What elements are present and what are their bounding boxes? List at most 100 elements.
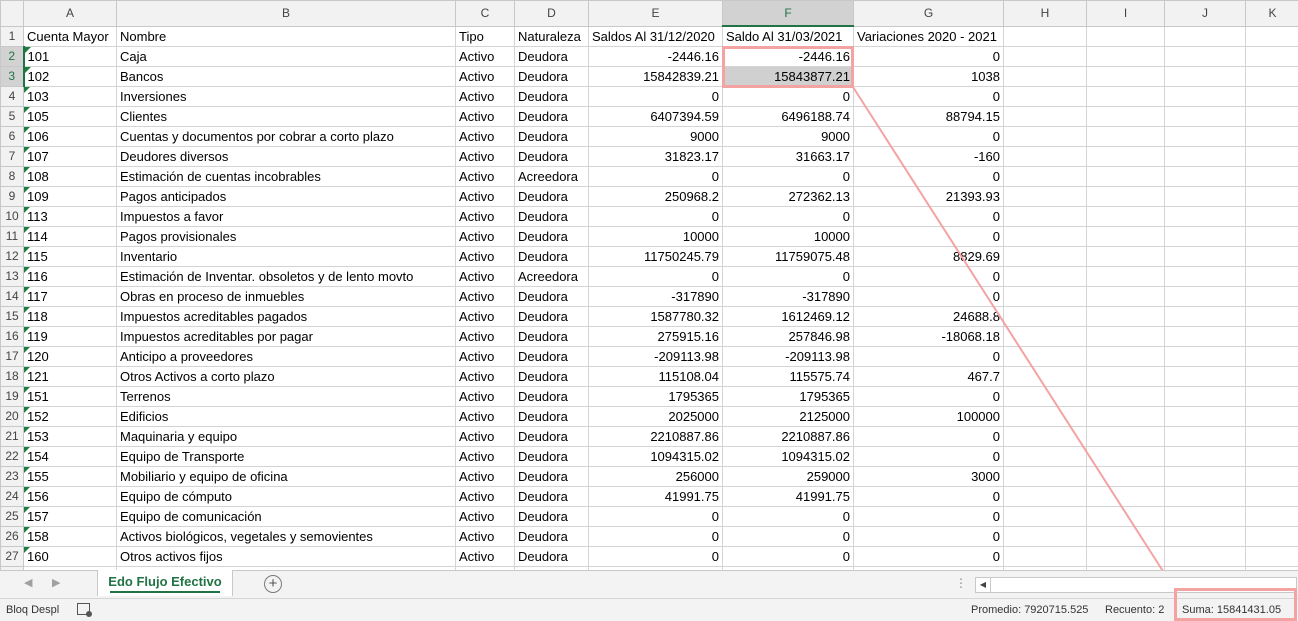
cell-empty[interactable] [1245, 266, 1298, 287]
cell-empty[interactable] [1086, 466, 1165, 487]
cell-f-5[interactable]: 6496188.74 [722, 106, 854, 127]
cell-c-21[interactable]: Activo [455, 426, 515, 447]
cell-empty[interactable] [1086, 506, 1165, 527]
cell-d-16[interactable]: Deudora [514, 326, 589, 347]
cell-empty[interactable] [1086, 226, 1165, 247]
row-header[interactable]: 23 [0, 466, 24, 487]
cell-b-25[interactable]: Equipo de comunicación [116, 506, 456, 527]
cell-e-16[interactable]: 275915.16 [588, 326, 723, 347]
cell-empty[interactable] [1003, 86, 1087, 107]
cell-g-9[interactable]: 21393.93 [853, 186, 1004, 207]
row-header[interactable]: 24 [0, 486, 24, 507]
cell-b-13[interactable]: Estimación de Inventar. obsoletos y de l… [116, 266, 456, 287]
cell-empty[interactable] [1164, 446, 1246, 467]
column-header-k[interactable]: K [1245, 0, 1298, 27]
cell-f-27[interactable]: 0 [722, 546, 854, 567]
cell-d-17[interactable]: Deudora [514, 346, 589, 367]
cell-c-17[interactable]: Activo [455, 346, 515, 367]
cell-a-18[interactable]: 121 [23, 366, 117, 387]
cell-f-19[interactable]: 1795365 [722, 386, 854, 407]
cell-b-19[interactable]: Terrenos [116, 386, 456, 407]
column-header-g[interactable]: G [853, 0, 1004, 27]
cell-empty[interactable] [1245, 386, 1298, 407]
cell-f-9[interactable]: 272362.13 [722, 186, 854, 207]
cell-b-16[interactable]: Impuestos acreditables por pagar [116, 326, 456, 347]
cell-e-4[interactable]: 0 [588, 86, 723, 107]
cell-empty[interactable] [1245, 306, 1298, 327]
cell-e-26[interactable]: 0 [588, 526, 723, 547]
cell-empty[interactable] [1245, 25, 1298, 47]
row-header[interactable]: 4 [0, 86, 24, 107]
cell-e-25[interactable]: 0 [588, 506, 723, 527]
cell-empty[interactable] [1245, 106, 1298, 127]
cell-b-5[interactable]: Clientes [116, 106, 456, 127]
cell-f-26[interactable]: 0 [722, 526, 854, 547]
cell-empty[interactable] [1086, 386, 1165, 407]
cell-d-6[interactable]: Deudora [514, 126, 589, 147]
cell-empty[interactable] [1086, 486, 1165, 507]
cell-empty[interactable] [1164, 526, 1246, 547]
cell-b-21[interactable]: Maquinaria y equipo [116, 426, 456, 447]
cell-d-21[interactable]: Deudora [514, 426, 589, 447]
cell-empty[interactable] [1086, 246, 1165, 267]
cell-e-20[interactable]: 2025000 [588, 406, 723, 427]
cell-empty[interactable] [1003, 286, 1087, 307]
row-header[interactable]: 17 [0, 346, 24, 367]
cell-empty[interactable] [1245, 86, 1298, 107]
cell-b-10[interactable]: Impuestos a favor [116, 206, 456, 227]
row-header[interactable]: 27 [0, 546, 24, 567]
cell-a-24[interactable]: 156 [23, 486, 117, 507]
cell-e-19[interactable]: 1795365 [588, 386, 723, 407]
row-header[interactable]: 2 [0, 46, 25, 67]
cell-g-20[interactable]: 100000 [853, 406, 1004, 427]
cell-e-22[interactable]: 1094315.02 [588, 446, 723, 467]
cell-empty[interactable] [1003, 366, 1087, 387]
cell-g-25[interactable]: 0 [853, 506, 1004, 527]
cell-f-21[interactable]: 2210887.86 [722, 426, 854, 447]
cell-empty[interactable] [1245, 426, 1298, 447]
cell-a-7[interactable]: 107 [23, 146, 117, 167]
column-header-c[interactable]: C [455, 0, 515, 27]
cell-b-22[interactable]: Equipo de Transporte [116, 446, 456, 467]
row-header[interactable]: 10 [0, 206, 24, 227]
column-header-j[interactable]: J [1164, 0, 1246, 27]
cell-empty[interactable] [1245, 46, 1298, 67]
cell-g-17[interactable]: 0 [853, 346, 1004, 367]
row-header[interactable]: 7 [0, 146, 24, 167]
sheet-tab-edo-flujo-efectivo[interactable]: Edo Flujo Efectivo [97, 570, 233, 596]
cell-e-18[interactable]: 115108.04 [588, 366, 723, 387]
cell-e-10[interactable]: 0 [588, 206, 723, 227]
horizontal-scrollbar[interactable]: ◀ [975, 577, 1297, 593]
cell-c-26[interactable]: Activo [455, 526, 515, 547]
row-header[interactable]: 16 [0, 326, 24, 347]
row-header[interactable]: 26 [0, 526, 24, 547]
cell-c-2[interactable]: Activo [455, 46, 515, 67]
row-header[interactable]: 5 [0, 106, 24, 127]
cell-empty[interactable] [1086, 66, 1165, 87]
cell-f-1[interactable]: Saldo Al 31/03/2021 [722, 25, 854, 47]
cell-empty[interactable] [1245, 226, 1298, 247]
cell-a-20[interactable]: 152 [23, 406, 117, 427]
cell-e-3[interactable]: 15842839.21 [588, 66, 723, 87]
cell-empty[interactable] [1086, 186, 1165, 207]
cell-g-11[interactable]: 0 [853, 226, 1004, 247]
cell-empty[interactable] [1003, 546, 1087, 567]
cell-a-15[interactable]: 118 [23, 306, 117, 327]
cell-a-14[interactable]: 117 [23, 286, 117, 307]
row-header[interactable]: 19 [0, 386, 24, 407]
cell-empty[interactable] [1003, 406, 1087, 427]
cell-c-1[interactable]: Tipo [455, 25, 515, 47]
cell-e-24[interactable]: 41991.75 [588, 486, 723, 507]
cell-d-2[interactable]: Deudora [514, 46, 589, 67]
prev-sheet-icon[interactable]: ◀ [24, 576, 32, 589]
cell-empty[interactable] [1164, 126, 1246, 147]
cell-empty[interactable] [1003, 106, 1087, 127]
cell-empty[interactable] [1164, 266, 1246, 287]
cell-empty[interactable] [1086, 546, 1165, 567]
cell-empty[interactable] [1164, 466, 1246, 487]
cell-c-5[interactable]: Activo [455, 106, 515, 127]
cell-g-4[interactable]: 0 [853, 86, 1004, 107]
cell-empty[interactable] [1164, 406, 1246, 427]
cell-a-9[interactable]: 109 [23, 186, 117, 207]
cell-empty[interactable] [1164, 166, 1246, 187]
